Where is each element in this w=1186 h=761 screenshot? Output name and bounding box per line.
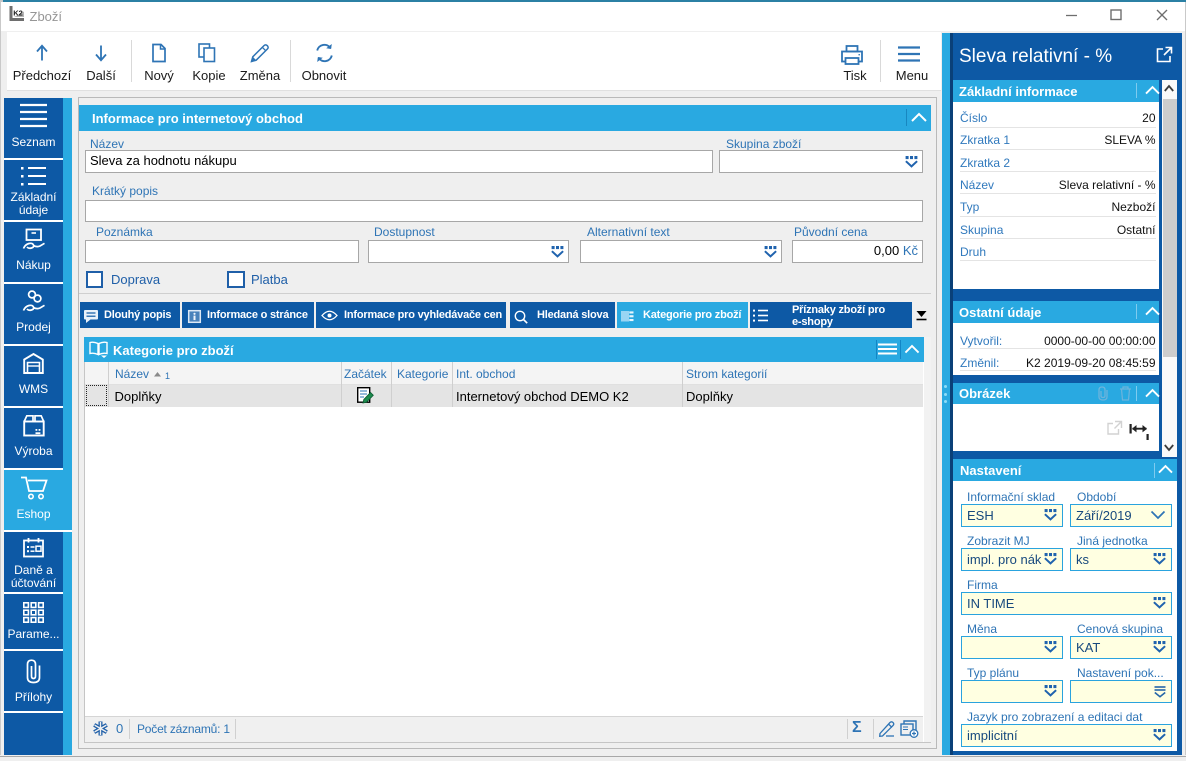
- svg-text:K2: K2: [13, 9, 23, 18]
